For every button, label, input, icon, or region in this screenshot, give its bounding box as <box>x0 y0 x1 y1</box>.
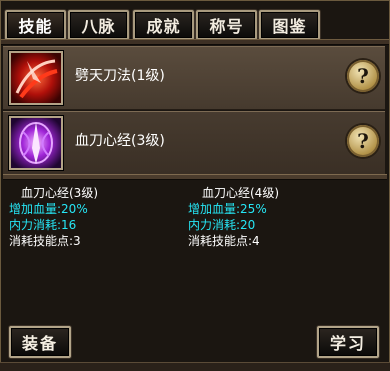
tab-achievements[interactable]: 成就 <box>133 10 194 40</box>
tab-meridians[interactable]: 八脉 <box>68 10 129 40</box>
skill-row-xuedao[interactable]: 血刀心经(3级) ? <box>3 111 385 175</box>
next-skill-points: 消耗技能点:4 <box>188 234 260 248</box>
help-icon[interactable]: ? <box>347 60 379 92</box>
purple-blade-icon <box>9 116 63 170</box>
skill-window: 技能 八脉 成就 称号 图鉴 劈天刀法(1级) ? 血刀心经(3级) ? 血刀心… <box>0 0 390 370</box>
skill-row-pitian[interactable]: 劈天刀法(1级) ? <box>3 46 385 110</box>
current-skill-points: 消耗技能点:3 <box>9 234 81 248</box>
tab-codex[interactable]: 图鉴 <box>259 10 320 40</box>
skill-info-panel: 血刀心经(3级) 增加血量:20% 内力消耗:16 消耗技能点:3 血刀心经(4… <box>1 179 389 319</box>
current-level-title: 血刀心经(3级) <box>21 186 98 200</box>
learn-button[interactable]: 学习 <box>317 326 379 358</box>
help-icon[interactable]: ? <box>347 125 379 157</box>
next-level-info: 血刀心经(4级) 增加血量:25% 内力消耗:20 消耗技能点:4 <box>188 185 279 249</box>
tab-skills[interactable]: 技能 <box>5 10 66 40</box>
next-level-title: 血刀心经(4级) <box>202 186 279 200</box>
skill-name: 血刀心经(3级) <box>75 133 165 149</box>
next-mp-cost: 内力消耗:20 <box>188 218 256 232</box>
current-mp-cost: 内力消耗:16 <box>9 218 77 232</box>
tab-divider <box>1 39 389 45</box>
red-slash-icon <box>9 51 63 105</box>
equip-button[interactable]: 装备 <box>9 326 71 358</box>
tab-bar: 技能 八脉 成就 称号 图鉴 <box>5 10 385 40</box>
tab-titles[interactable]: 称号 <box>196 10 257 40</box>
skill-name: 劈天刀法(1级) <box>75 68 165 84</box>
current-hp-bonus: 增加血量:20% <box>9 202 88 216</box>
current-level-info: 血刀心经(3级) 增加血量:20% 内力消耗:16 消耗技能点:3 <box>9 185 98 249</box>
next-hp-bonus: 增加血量:25% <box>188 202 267 216</box>
